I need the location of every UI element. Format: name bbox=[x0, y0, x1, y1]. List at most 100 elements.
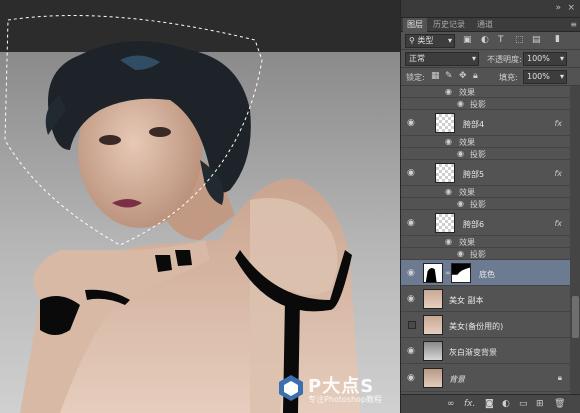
layer-row[interactable]: ◉ 美女 副本 bbox=[401, 286, 570, 312]
effect-row[interactable]: ◉ 效果 bbox=[401, 186, 570, 198]
close-icon[interactable]: × bbox=[567, 3, 575, 13]
tab-history[interactable]: 历史记录 bbox=[429, 18, 469, 32]
fx-icon[interactable]: fx bbox=[554, 119, 562, 128]
effect-item-label: 投影 bbox=[470, 150, 486, 159]
shape-filter-icon[interactable]: ⬚ bbox=[515, 35, 524, 45]
add-mask-icon[interactable]: ◙ bbox=[485, 399, 494, 409]
collapse-icon[interactable]: » bbox=[555, 3, 561, 13]
layer-row[interactable]: ◉ 胯部6 fx bbox=[401, 210, 570, 236]
eye-icon[interactable]: ◉ bbox=[407, 218, 415, 228]
lock-brush-icon[interactable]: ✎ bbox=[445, 71, 453, 81]
new-adjustment-icon[interactable]: ◐ bbox=[502, 399, 510, 409]
layer-name: 美女 副本 bbox=[449, 296, 484, 305]
adjustment-filter-icon[interactable]: ◐ bbox=[481, 35, 489, 45]
layer-thumbnail bbox=[435, 163, 455, 183]
filter-kind-select[interactable]: ⚲ 类型 ▾ bbox=[405, 34, 455, 48]
fill-value: 100% bbox=[527, 72, 550, 81]
tab-layers[interactable]: 图层 bbox=[403, 18, 427, 32]
layer-thumbnail bbox=[423, 289, 443, 309]
filter-toggle-icon[interactable]: ▮ bbox=[555, 34, 560, 44]
layer-row-selected[interactable]: ◉ ∞ 底色 bbox=[401, 260, 570, 286]
smart-object-filter-icon[interactable]: ▤ bbox=[532, 35, 541, 45]
new-group-icon[interactable]: ▭ bbox=[519, 399, 528, 409]
eye-icon[interactable]: ◉ bbox=[445, 237, 452, 246]
effect-item-row[interactable]: ◉ 投影 bbox=[401, 198, 570, 210]
eye-icon[interactable]: ◉ bbox=[407, 118, 415, 128]
type-filter-icon[interactable]: T bbox=[498, 35, 504, 45]
effect-item-label: 投影 bbox=[470, 100, 486, 109]
blend-row: 正常 ▾ 不透明度: 100% ▾ bbox=[401, 50, 580, 68]
lock-position-icon[interactable]: ✥ bbox=[459, 71, 467, 81]
delete-layer-icon[interactable]: 🗑︎ bbox=[554, 399, 565, 409]
opacity-value: 100% bbox=[527, 54, 550, 63]
filter-kind-label: 类型 bbox=[417, 36, 434, 45]
layer-row-background[interactable]: ◉ 背景 🔒︎ bbox=[401, 364, 570, 392]
panel-menu-icon[interactable]: ≡ bbox=[570, 20, 577, 29]
panel-titlebar: » × bbox=[401, 0, 580, 18]
layer-name: 背景 bbox=[449, 375, 465, 384]
chevron-down-icon: ▾ bbox=[471, 54, 476, 63]
effect-item-label: 投影 bbox=[470, 200, 486, 209]
opacity-field[interactable]: 100% ▾ bbox=[523, 52, 567, 66]
opacity-label: 不透明度: bbox=[487, 55, 522, 64]
add-style-icon[interactable]: fx. bbox=[464, 399, 475, 409]
fx-icon[interactable]: fx bbox=[554, 169, 562, 178]
layer-name: 底色 bbox=[479, 270, 495, 279]
eye-icon[interactable]: ◉ bbox=[407, 168, 415, 178]
eye-icon[interactable]: ◉ bbox=[457, 199, 464, 208]
panel-tabs: 图层 历史记录 通道 ≡ bbox=[401, 18, 580, 32]
eye-icon[interactable]: ◉ bbox=[457, 249, 464, 258]
lock-icon: 🔒︎ bbox=[557, 373, 562, 382]
layers-scrollbar[interactable] bbox=[570, 86, 580, 394]
artwork bbox=[4, 15, 360, 413]
eye-icon[interactable]: ◉ bbox=[445, 187, 452, 196]
blend-mode-select[interactable]: 正常 ▾ bbox=[405, 52, 479, 66]
effect-row[interactable]: ◉ 效果 bbox=[401, 136, 570, 148]
fx-icon[interactable]: fx bbox=[554, 219, 562, 228]
eye-icon[interactable]: ◉ bbox=[457, 149, 464, 158]
layer-thumbnail bbox=[423, 263, 443, 283]
visibility-off-icon[interactable] bbox=[408, 321, 416, 329]
tab-channels[interactable]: 通道 bbox=[473, 18, 497, 32]
layer-thumbnail bbox=[423, 341, 443, 361]
watermark: P大点S 专注Photoshop教程 bbox=[278, 372, 396, 408]
eye-icon[interactable]: ◉ bbox=[445, 87, 452, 96]
effect-row[interactable]: ◉ 效果 bbox=[401, 86, 570, 98]
layer-row[interactable]: ◉ 胯部5 fx bbox=[401, 160, 570, 186]
eye-icon[interactable]: ◉ bbox=[407, 346, 415, 356]
effect-item-row[interactable]: ◉ 投影 bbox=[401, 148, 570, 160]
link-icon[interactable]: ∞ bbox=[445, 269, 451, 277]
chevron-down-icon: ▾ bbox=[447, 36, 452, 45]
document-canvas[interactable]: P大点S 专注Photoshop教程 bbox=[0, 0, 400, 413]
lock-all-icon[interactable]: 🔒︎ bbox=[473, 71, 478, 81]
layer-row[interactable]: ◉ 灰白渐变背景 bbox=[401, 338, 570, 364]
layer-row[interactable]: ◉ 胯部4 fx bbox=[401, 110, 570, 136]
effect-row[interactable]: ◉ 效果 bbox=[401, 236, 570, 248]
effect-label: 效果 bbox=[459, 238, 475, 247]
link-layers-icon[interactable]: ∞ bbox=[447, 399, 455, 409]
layer-thumbnail bbox=[423, 368, 443, 388]
effect-label: 效果 bbox=[459, 88, 475, 97]
eye-icon[interactable]: ◉ bbox=[407, 373, 415, 383]
eye-icon[interactable]: ◉ bbox=[457, 99, 464, 108]
effect-item-row[interactable]: ◉ 投影 bbox=[401, 248, 570, 260]
lock-row: 锁定: ▦ ✎ ✥ 🔒︎ 填充: 100% ▾ bbox=[401, 68, 580, 86]
scrollbar-thumb[interactable] bbox=[572, 296, 579, 338]
eye-icon[interactable]: ◉ bbox=[445, 137, 452, 146]
pixel-filter-icon[interactable]: ▣ bbox=[463, 35, 472, 45]
layer-thumbnail bbox=[423, 315, 443, 335]
fill-field[interactable]: 100% ▾ bbox=[523, 70, 567, 84]
new-layer-icon[interactable]: ⊞ bbox=[536, 399, 544, 409]
blend-mode-label: 正常 bbox=[409, 54, 425, 63]
layers-panel: » × 图层 历史记录 通道 ≡ ⚲ 类型 ▾ ▣ ◐ T ⬚ ▤ ▮ 正常 ▾ 不… bbox=[400, 0, 580, 413]
effect-item-row[interactable]: ◉ 投影 bbox=[401, 98, 570, 110]
filter-row: ⚲ 类型 ▾ ▣ ◐ T ⬚ ▤ ▮ bbox=[401, 32, 580, 50]
lock-transparent-icon[interactable]: ▦ bbox=[431, 71, 440, 81]
layer-row-hidden[interactable]: 美女(备份用的) bbox=[401, 312, 570, 338]
watermark-subtitle: 专注Photoshop教程 bbox=[308, 395, 383, 404]
lock-label: 锁定: bbox=[406, 73, 425, 82]
eye-icon[interactable]: ◉ bbox=[407, 268, 415, 278]
layer-thumbnail bbox=[435, 113, 455, 133]
layer-name: 灰白渐变背景 bbox=[449, 348, 497, 357]
eye-icon[interactable]: ◉ bbox=[407, 294, 415, 304]
